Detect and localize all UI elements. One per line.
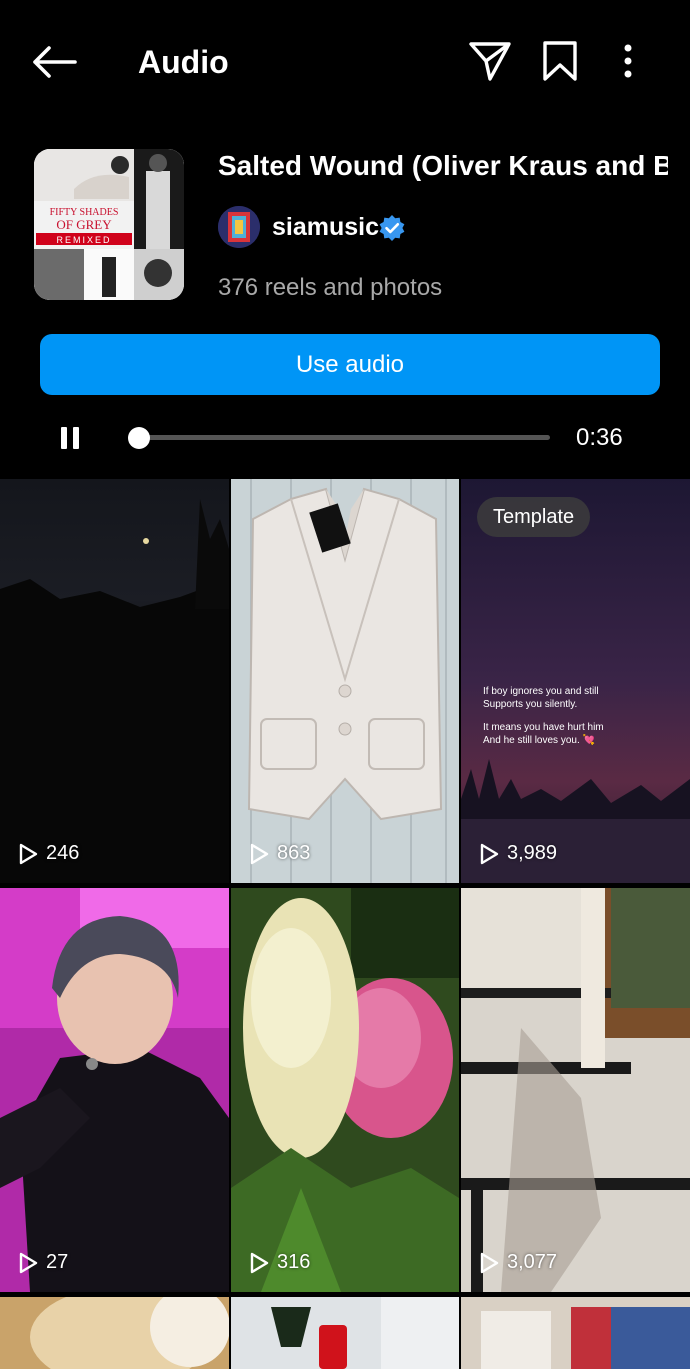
bookmark-icon [543, 41, 577, 81]
view-count-value: 3,077 [507, 1251, 558, 1273]
view-count-value: 3,989 [507, 842, 558, 864]
artist-name[interactable]: siamusic [272, 211, 379, 243]
cover-text-line2: OF GREY [56, 217, 112, 232]
cover-text-line3: REMIXED [56, 235, 111, 245]
audio-cover-art[interactable]: FIFTY SHADES OF GREY REMIXED [34, 149, 184, 300]
more-options-button[interactable] [604, 36, 652, 86]
play-icon [19, 843, 38, 864]
overlay-line: It means you have hurt him [483, 722, 604, 733]
pause-icon [61, 427, 79, 449]
reel-thumbnail[interactable]: Template If boy ignores you and still Sup… [461, 479, 690, 883]
reel-overlay-text: If boy ignores you and still Supports you… [483, 685, 663, 757]
verified-badge-icon [378, 214, 406, 242]
reel-thumbnail[interactable]: 3,077 [461, 888, 690, 1292]
audio-progress-track[interactable] [138, 435, 550, 440]
send-icon [469, 42, 511, 81]
view-count: 316 [249, 1251, 310, 1274]
play-icon [19, 1252, 38, 1273]
artist-avatar[interactable] [218, 206, 260, 248]
pause-button[interactable] [52, 420, 88, 456]
play-icon [250, 1252, 269, 1273]
overlay-line: If boy ignores you and still [483, 686, 599, 697]
view-count-value: 863 [277, 842, 311, 864]
reel-thumbnail[interactable]: 246 [0, 479, 229, 883]
reels-count: 376 reels and photos [218, 274, 443, 301]
share-button[interactable] [466, 36, 514, 86]
more-vertical-icon [624, 44, 632, 78]
view-count-value: 27 [46, 1251, 69, 1273]
view-count: 3,077 [479, 1251, 557, 1274]
save-button[interactable] [536, 36, 584, 86]
view-count: 246 [18, 842, 79, 865]
overlay-line: And he still loves you. 💘 [483, 735, 595, 746]
reel-thumbnail[interactable]: 863 [231, 479, 459, 883]
audio-time: 0:36 [576, 424, 623, 451]
play-icon [250, 843, 269, 864]
audio-progress-handle[interactable] [128, 427, 150, 449]
reel-thumbnail[interactable]: 316 [231, 888, 459, 1292]
use-audio-button[interactable]: Use audio [40, 334, 660, 395]
top-app-bar: Audio [0, 0, 690, 124]
view-count-value: 246 [46, 842, 80, 864]
play-icon [480, 843, 499, 864]
view-count: 863 [249, 842, 310, 865]
overlay-line: Supports you silently. [483, 699, 578, 710]
audio-title: Salted Wound (Oliver Kraus and Br... [218, 150, 668, 181]
reel-thumbnail[interactable] [0, 1297, 229, 1369]
back-button[interactable] [28, 38, 80, 86]
reel-thumbnail[interactable]: 27 [0, 888, 229, 1292]
view-count: 3,989 [479, 842, 557, 865]
reel-thumbnail[interactable] [231, 1297, 459, 1369]
template-badge: Template [477, 497, 591, 537]
play-icon [480, 1252, 499, 1273]
page-title: Audio [138, 44, 229, 80]
view-count-value: 316 [277, 1251, 311, 1273]
view-count: 27 [18, 1251, 68, 1274]
arrow-left-icon [33, 46, 77, 78]
reel-thumbnail[interactable] [461, 1297, 690, 1369]
